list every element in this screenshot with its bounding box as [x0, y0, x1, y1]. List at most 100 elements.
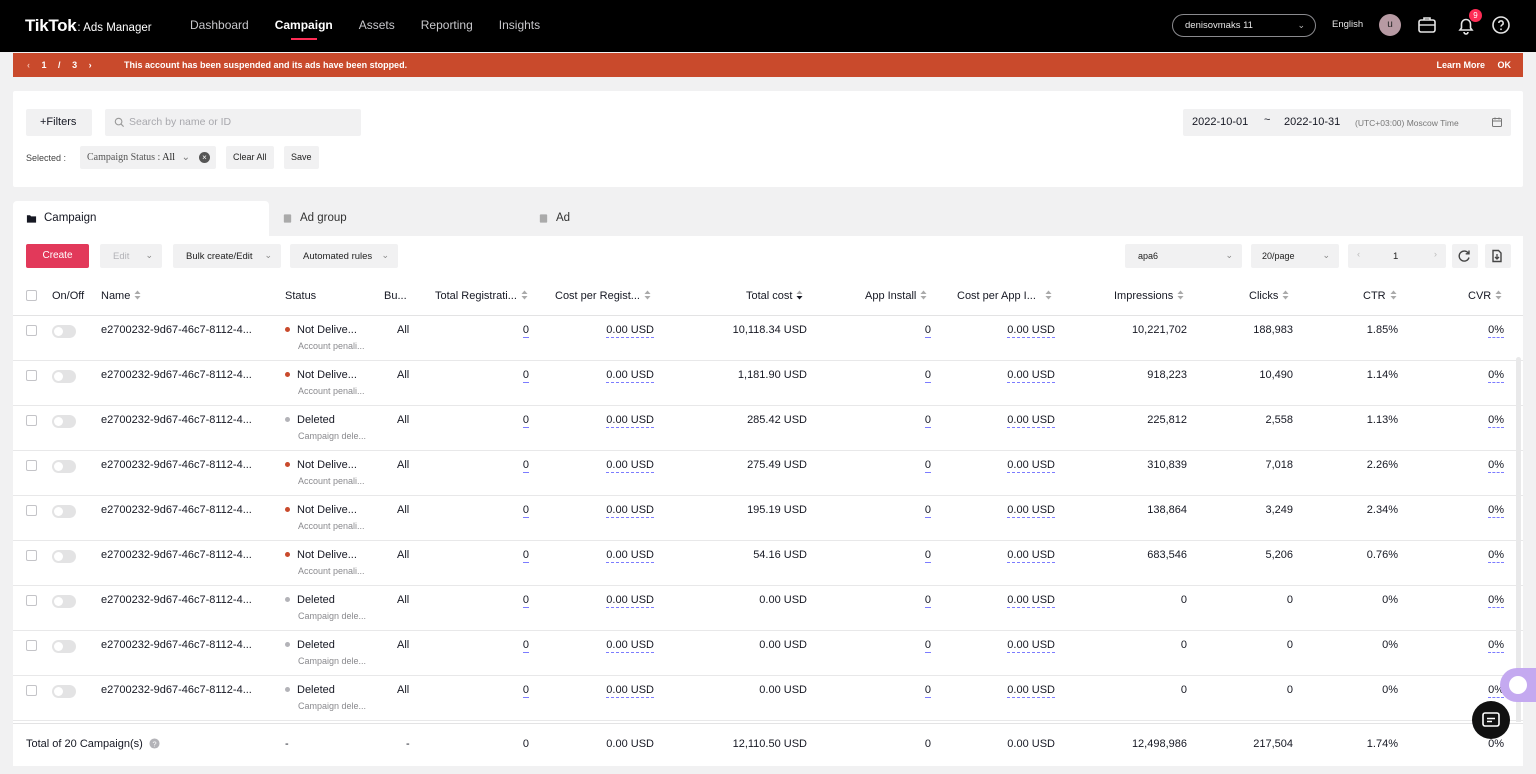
tab-ad-group[interactable]: Ad group [269, 201, 525, 236]
nav-assets[interactable]: Assets [359, 18, 395, 32]
total-registration-value[interactable]: 0 [522, 549, 529, 563]
campaign-name[interactable]: e2700232-9d67-46c7-8112-4... [101, 504, 252, 516]
nav-insights[interactable]: Insights [499, 18, 540, 32]
cvr-value[interactable]: 0% [1488, 414, 1504, 428]
refresh-button[interactable] [1452, 244, 1478, 268]
header-name[interactable]: Name [101, 290, 141, 302]
create-button[interactable]: Create [26, 244, 89, 268]
chat-widget[interactable] [1500, 668, 1536, 702]
campaign-name[interactable]: e2700232-9d67-46c7-8112-4... [101, 549, 252, 561]
cvr-value[interactable]: 0% [1488, 459, 1504, 473]
total-registration-value[interactable]: 0 [522, 684, 529, 698]
header-cost-per-registration[interactable]: Cost per Regist... [555, 290, 651, 302]
total-registration-value[interactable]: 0 [522, 369, 529, 383]
custom-columns-select[interactable]: ара6 ⌄ [1125, 244, 1242, 268]
campaign-name[interactable]: e2700232-9d67-46c7-8112-4... [101, 594, 252, 606]
table-row[interactable]: e2700232-9d67-46c7-8112-4... Deleted Campa… [13, 676, 1523, 721]
row-checkbox[interactable] [26, 550, 37, 561]
clear-chip-icon[interactable]: × [199, 152, 210, 163]
app-install-value[interactable]: 0 [924, 459, 931, 473]
campaign-name[interactable]: e2700232-9d67-46c7-8112-4... [101, 414, 252, 426]
campaign-name[interactable]: e2700232-9d67-46c7-8112-4... [101, 459, 252, 471]
total-registration-value[interactable]: 0 [522, 414, 529, 428]
edit-button[interactable]: Edit ⌄ [100, 244, 162, 268]
row-toggle[interactable] [52, 460, 76, 473]
header-cost-per-app-install[interactable]: Cost per App I... [957, 290, 1052, 302]
account-selector[interactable]: denisovmaks 11 ⌄ [1172, 14, 1316, 37]
row-checkbox[interactable] [26, 415, 37, 426]
header-total-cost[interactable]: Total cost [746, 290, 803, 302]
cost-per-app-install-value[interactable]: 0.00 USD [1007, 549, 1055, 563]
app-install-value[interactable]: 0 [924, 414, 931, 428]
row-checkbox[interactable] [26, 505, 37, 516]
cvr-value[interactable]: 0% [1488, 639, 1504, 653]
cost-per-registration-value[interactable]: 0.00 USD [606, 414, 654, 428]
chevron-right-icon[interactable]: › [1434, 249, 1437, 260]
table-row[interactable]: e2700232-9d67-46c7-8112-4... Not Delive..… [13, 361, 1523, 406]
chevron-left-icon[interactable]: ‹ [1357, 249, 1360, 260]
app-install-value[interactable]: 0 [924, 324, 931, 338]
learn-more-link[interactable]: Learn More [1436, 60, 1485, 70]
cost-per-app-install-value[interactable]: 0.00 USD [1007, 684, 1055, 698]
row-toggle[interactable] [52, 550, 76, 563]
cost-per-app-install-value[interactable]: 0.00 USD [1007, 324, 1055, 338]
cost-per-registration-value[interactable]: 0.00 USD [606, 504, 654, 518]
app-install-value[interactable]: 0 [924, 369, 931, 383]
cost-per-registration-value[interactable]: 0.00 USD [606, 459, 654, 473]
campaign-name[interactable]: e2700232-9d67-46c7-8112-4... [101, 684, 252, 696]
clear-all-button[interactable]: Clear All [226, 146, 274, 169]
total-registration-value[interactable]: 0 [522, 639, 529, 653]
table-row[interactable]: e2700232-9d67-46c7-8112-4... Not Delive..… [13, 541, 1523, 586]
row-checkbox[interactable] [26, 325, 37, 336]
help-icon[interactable] [1489, 13, 1513, 37]
row-checkbox[interactable] [26, 370, 37, 381]
chevron-right-icon[interactable]: › [89, 60, 92, 70]
language-selector[interactable]: English [1332, 19, 1363, 30]
cost-per-registration-value[interactable]: 0.00 USD [606, 369, 654, 383]
row-toggle[interactable] [52, 415, 76, 428]
briefcase-icon[interactable] [1415, 13, 1439, 37]
table-row[interactable]: e2700232-9d67-46c7-8112-4... Not Delive..… [13, 496, 1523, 541]
cvr-value[interactable]: 0% [1488, 324, 1504, 338]
table-row[interactable]: e2700232-9d67-46c7-8112-4... Deleted Campa… [13, 586, 1523, 631]
nav-campaign[interactable]: Campaign [275, 18, 333, 40]
cvr-value[interactable]: 0% [1488, 504, 1504, 518]
row-checkbox[interactable] [26, 640, 37, 651]
cvr-value[interactable]: 0% [1488, 549, 1504, 563]
header-cvr[interactable]: CVR [1468, 290, 1502, 302]
info-icon[interactable]: ? [149, 738, 160, 749]
filters-button[interactable]: +Filters [26, 109, 92, 136]
cost-per-app-install-value[interactable]: 0.00 USD [1007, 369, 1055, 383]
row-checkbox[interactable] [26, 685, 37, 696]
row-toggle[interactable] [52, 325, 76, 338]
header-impressions[interactable]: Impressions [1114, 290, 1184, 302]
row-toggle[interactable] [52, 595, 76, 608]
campaign-name[interactable]: e2700232-9d67-46c7-8112-4... [101, 324, 252, 336]
total-registration-value[interactable]: 0 [522, 594, 529, 608]
campaign-name[interactable]: e2700232-9d67-46c7-8112-4... [101, 639, 252, 651]
header-clicks[interactable]: Clicks [1249, 290, 1289, 302]
table-row[interactable]: e2700232-9d67-46c7-8112-4... Deleted Campa… [13, 406, 1523, 451]
support-button[interactable] [1472, 701, 1510, 739]
cost-per-registration-value[interactable]: 0.00 USD [606, 639, 654, 653]
tab-ad[interactable]: Ad [525, 201, 781, 236]
total-registration-value[interactable]: 0 [522, 459, 529, 473]
avatar[interactable]: u [1379, 14, 1401, 36]
tiktok-ads-logo[interactable]: TikTok: Ads Manager [25, 16, 152, 36]
row-toggle[interactable] [52, 685, 76, 698]
bulk-edit-button[interactable]: Bulk create/Edit ⌄ [173, 244, 281, 268]
row-toggle[interactable] [52, 640, 76, 653]
date-range-picker[interactable]: 2022-10-01 ~ 2022-10-31 (UTC+03:00) Mosc… [1183, 109, 1511, 136]
cost-per-registration-value[interactable]: 0.00 USD [606, 684, 654, 698]
nav-dashboard[interactable]: Dashboard [190, 18, 249, 32]
row-checkbox[interactable] [26, 595, 37, 606]
table-row[interactable]: e2700232-9d67-46c7-8112-4... Not Delive..… [13, 451, 1523, 496]
automated-rules-button[interactable]: Automated rules ⌄ [290, 244, 398, 268]
header-ctr[interactable]: CTR [1363, 290, 1397, 302]
search-input[interactable]: Search by name or ID [105, 109, 361, 136]
chevron-left-icon[interactable]: ‹ [27, 60, 30, 70]
app-install-value[interactable]: 0 [924, 639, 931, 653]
export-button[interactable] [1485, 244, 1511, 268]
total-registration-value[interactable]: 0 [522, 504, 529, 518]
tab-campaign[interactable]: Campaign [13, 201, 269, 236]
